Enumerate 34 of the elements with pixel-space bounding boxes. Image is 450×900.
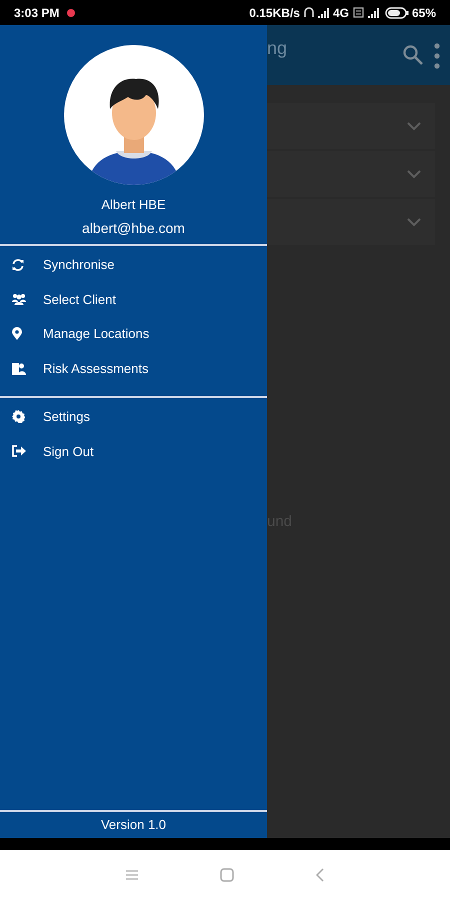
network-type: 4G	[332, 4, 349, 22]
menu-item[interactable]: Settings	[0, 400, 267, 434]
people-icon	[12, 293, 26, 306]
search-icon[interactable]	[402, 44, 424, 66]
chevron-icon[interactable]	[407, 170, 421, 178]
sim-icon	[352, 7, 364, 18]
menu-icon[interactable]	[126, 870, 138, 880]
chevron-icon[interactable]	[407, 122, 421, 130]
battery-level: 65%	[412, 4, 436, 22]
menu-item[interactable]: Manage Locations	[0, 316, 267, 351]
status-time: 3:03 PM	[14, 4, 60, 22]
notification-icon	[67, 8, 76, 16]
menu-item[interactable]: Risk Assessments	[0, 351, 267, 386]
settings-icon	[12, 410, 25, 424]
app-title: ng	[267, 37, 288, 60]
signal-icon	[318, 8, 330, 18]
sync-icon	[12, 258, 24, 271]
menu-item[interactable]: Select Client	[0, 282, 267, 316]
user-email: albert@hbe.com	[81, 218, 186, 238]
headphones-icon	[304, 7, 314, 18]
user-name: Albert HBE	[100, 196, 167, 214]
network-speed: 0.15KB/s	[249, 4, 300, 22]
back-icon[interactable]	[316, 868, 324, 882]
menu-item[interactable]: Sign Out	[0, 434, 267, 468]
home-icon[interactable]	[220, 868, 234, 882]
version-label: Version 1.0	[100, 816, 168, 834]
location-pin-icon	[12, 327, 22, 340]
signal-icon	[368, 8, 380, 18]
battery-icon	[384, 6, 409, 18]
more-icon[interactable]	[434, 43, 440, 69]
menu-item[interactable]: Synchronise	[0, 248, 267, 282]
clipboard-person-icon	[12, 362, 26, 375]
sign-out-icon	[12, 445, 26, 458]
chevron-icon[interactable]	[407, 218, 421, 226]
